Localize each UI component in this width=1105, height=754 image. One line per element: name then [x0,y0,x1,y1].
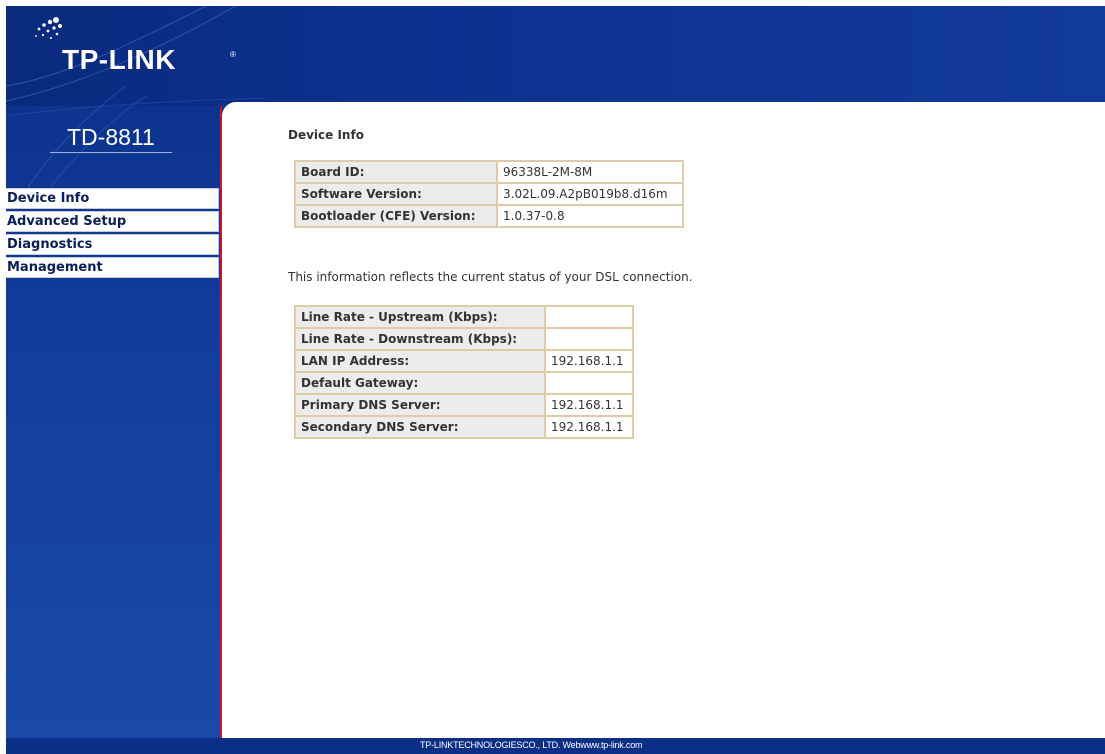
logo-dots-icon [35,17,62,39]
board-id-value: 96338L-2M-8M [497,161,683,183]
menu-item-device-info[interactable]: Device Info [6,188,219,209]
bootloader-version-value: 1.0.37-0.8 [497,205,683,227]
bootloader-version-label: Bootloader (CFE) Version: [295,205,497,227]
table-row: Board ID: 96338L-2M-8M [295,161,683,183]
table-row: Secondary DNS Server: 192.168.1.1 [295,416,633,438]
downstream-rate-value [545,328,633,350]
status-description: This information reflects the current st… [288,270,693,284]
default-gateway-label: Default Gateway: [295,372,545,394]
upstream-rate-value [545,306,633,328]
device-info-table: Board ID: 96338L-2M-8M Software Version:… [294,160,684,228]
table-row: Software Version: 3.02L.09.A2pB019b8.d16… [295,183,683,205]
table-row: Default Gateway: [295,372,633,394]
default-gateway-value [545,372,633,394]
model-name: TD-8811 [67,124,155,150]
page-title: Device Info [288,128,364,142]
lan-ip-value: 192.168.1.1 [545,350,633,372]
page-frame: TP-LINK ® TD-8811 Device Info Advanced S… [6,6,1105,754]
downstream-rate-label: Line Rate - Downstream (Kbps): [295,328,545,350]
footer-bar: TP-LINKTECHNOLOGIESCO., LTD. Webwww.tp-l… [6,738,1105,754]
table-row: LAN IP Address: 192.168.1.1 [295,350,633,372]
footer-copyright: TP-LINKTECHNOLOGIESCO., LTD. Webwww.tp-l… [420,740,643,750]
table-row: Line Rate - Upstream (Kbps): [295,306,633,328]
secondary-dns-value: 192.168.1.1 [545,416,633,438]
primary-dns-value: 192.168.1.1 [545,394,633,416]
menu-item-advanced-setup[interactable]: Advanced Setup [6,211,219,232]
software-version-label: Software Version: [295,183,497,205]
table-row: Primary DNS Server: 192.168.1.1 [295,394,633,416]
model-underline [50,152,172,153]
table-row: Bootloader (CFE) Version: 1.0.37-0.8 [295,205,683,227]
brand-logo: TP-LINK [62,44,176,75]
menu-item-diagnostics[interactable]: Diagnostics [6,234,219,255]
menu-item-management[interactable]: Management [6,257,219,278]
software-version-value: 3.02L.09.A2pB019b8.d16m [497,183,683,205]
sidebar-menu: Device Info Advanced Setup Diagnostics M… [6,188,219,280]
board-id-label: Board ID: [295,161,497,183]
table-row: Line Rate - Downstream (Kbps): [295,328,633,350]
secondary-dns-label: Secondary DNS Server: [295,416,545,438]
lan-ip-label: LAN IP Address: [295,350,545,372]
upstream-rate-label: Line Rate - Upstream (Kbps): [295,306,545,328]
primary-dns-label: Primary DNS Server: [295,394,545,416]
connection-status-table: Line Rate - Upstream (Kbps): Line Rate -… [294,305,634,439]
registered-mark: ® [230,50,236,59]
main-content: Device Info Board ID: 96338L-2M-8M Softw… [222,102,1105,738]
